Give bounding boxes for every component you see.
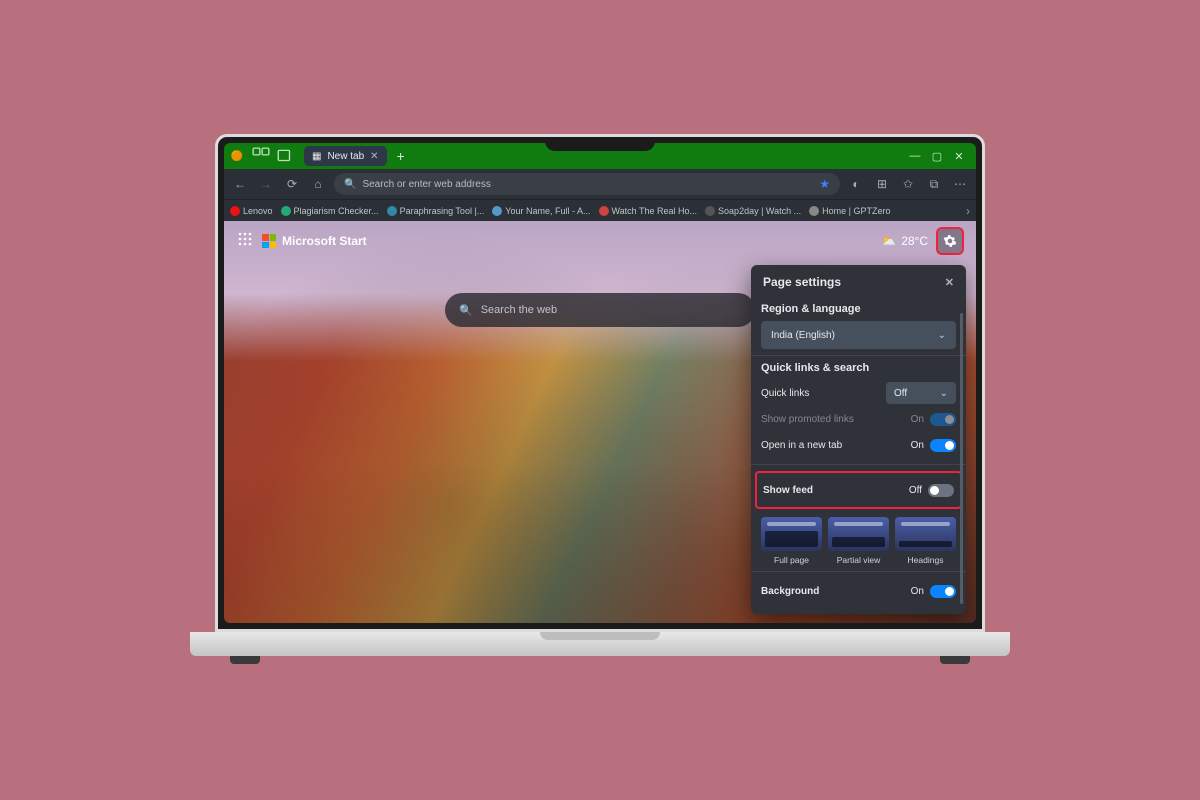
close-window-button[interactable]: ✕ (952, 150, 966, 163)
workspaces-icon[interactable] (252, 147, 270, 165)
page-settings-panel: Page settings ✕ Region & language India … (751, 265, 966, 614)
layout-full-page[interactable]: Full page (761, 517, 822, 565)
show-feed-label: Show feed (763, 485, 813, 496)
search-icon: 🔍 (344, 179, 356, 190)
show-feed-row: Show feed Off (763, 477, 954, 503)
home-button[interactable]: ⌂ (308, 174, 328, 194)
chevron-down-icon: ⌄ (938, 330, 946, 341)
layout-thumb-icon (761, 517, 822, 551)
chevron-down-icon: ⌄ (940, 388, 948, 399)
favicon-icon (281, 206, 291, 216)
bookmark-item[interactable]: Lenovo (230, 206, 273, 216)
laptop-hinge (190, 632, 1010, 656)
bookmark-item[interactable]: Your Name, Full - A... (492, 206, 590, 216)
region-select[interactable]: India (English) ⌄ (761, 321, 956, 349)
gear-icon (943, 234, 957, 248)
new-tab-page: Microsoft Start ⛅ 28°C 🔍 Search the web (224, 221, 976, 623)
maximize-button[interactable]: ▢ (930, 150, 944, 163)
panel-title: Page settings (763, 275, 841, 289)
address-placeholder: Search or enter web address (362, 179, 490, 190)
favorite-star-icon[interactable]: ★ (819, 177, 830, 191)
tab-newtab[interactable]: ▦ New tab ✕ (304, 146, 387, 166)
weather-icon: ⛅ (881, 234, 896, 248)
minimize-button[interactable]: — (908, 150, 922, 163)
back-button[interactable]: ← (230, 174, 250, 194)
toolbar-actions: ◐ ⊞ ✩ ⧉ ⋯ (846, 174, 970, 194)
tab-close-icon[interactable]: ✕ (370, 151, 378, 162)
laptop-feet (190, 656, 1010, 666)
weather-temp: 28°C (901, 234, 928, 248)
favorites-icon[interactable]: ✩ (898, 174, 918, 194)
promoted-links-toggle (930, 413, 956, 426)
layout-thumb-icon (828, 517, 889, 551)
new-tab-button[interactable]: + (391, 146, 411, 166)
ntp-topbar: Microsoft Start ⛅ 28°C (224, 221, 976, 261)
favicon-icon (230, 206, 240, 216)
panel-scrollbar[interactable] (960, 313, 963, 604)
screen-bezel: 🟠 ▦ New tab ✕ + — (215, 134, 985, 632)
brand-label: Microsoft Start (282, 234, 367, 248)
bookmark-item[interactable]: Home | GPTZero (809, 206, 890, 216)
tab-favicon-icon: ▦ (312, 151, 321, 162)
open-new-tab-row: Open in a new tab On (761, 432, 956, 458)
bookmark-item[interactable]: Soap2day | Watch ... (705, 206, 801, 216)
quick-links-select[interactable]: Off ⌄ (886, 382, 956, 404)
promoted-links-row: Show promoted links On (761, 406, 956, 432)
region-section-label: Region & language (761, 303, 956, 315)
layout-options: Full page Partial view Headings (761, 517, 956, 565)
ntp-search-box[interactable]: 🔍 Search the web (445, 293, 755, 327)
tracking-icon[interactable]: ◐ (846, 174, 866, 194)
promoted-links-label: Show promoted links (761, 414, 854, 425)
layout-headings[interactable]: Headings (895, 517, 956, 565)
bookmarks-bar: Lenovo Plagiarism Checker... Paraphrasin… (224, 199, 976, 221)
laptop-notch (545, 137, 655, 151)
bookmark-item[interactable]: Watch The Real Ho... (599, 206, 698, 216)
show-feed-highlight: Show feed Off (755, 471, 962, 509)
tab-strip: ▦ New tab ✕ + (304, 146, 411, 166)
refresh-button[interactable]: ⟳ (282, 174, 302, 194)
extensions-icon[interactable]: ⊞ (872, 174, 892, 194)
microsoft-start-brand[interactable]: Microsoft Start (262, 234, 367, 248)
profile-icon[interactable]: 🟠 (228, 147, 246, 165)
bookmark-item[interactable]: Paraphrasing Tool |... (387, 206, 485, 216)
favicon-icon (809, 206, 819, 216)
app-launcher-icon[interactable] (238, 232, 252, 251)
tab-actions-icon[interactable] (276, 147, 294, 165)
screen: 🟠 ▦ New tab ✕ + — (224, 143, 976, 623)
browser-settings-icon[interactable]: ⋯ (950, 174, 970, 194)
layout-partial-view[interactable]: Partial view (828, 517, 889, 565)
region-value: India (English) (771, 330, 835, 341)
forward-button[interactable]: → (256, 174, 276, 194)
layout-thumb-icon (895, 517, 956, 551)
background-row: Background On (761, 578, 956, 604)
show-feed-toggle[interactable] (928, 484, 954, 497)
open-new-tab-label: Open in a new tab (761, 440, 842, 451)
microsoft-logo-icon (262, 234, 276, 248)
background-toggle[interactable] (930, 585, 956, 598)
favicon-icon (387, 206, 397, 216)
quicklinks-section-label: Quick links & search (761, 362, 956, 374)
quick-links-row: Quick links Off ⌄ (761, 380, 956, 406)
search-placeholder: Search the web (481, 304, 557, 316)
panel-close-icon[interactable]: ✕ (945, 276, 954, 289)
page-settings-button[interactable] (938, 229, 962, 253)
favicon-icon (705, 206, 715, 216)
bookmark-item[interactable]: Plagiarism Checker... (281, 206, 379, 216)
favicon-icon (599, 206, 609, 216)
quick-links-label: Quick links (761, 388, 809, 399)
toolbar: ← → ⟳ ⌂ 🔍 Search or enter web address ★ … (224, 169, 976, 199)
panel-header: Page settings ✕ (751, 265, 966, 297)
background-label: Background (761, 586, 819, 597)
tab-label: New tab (327, 151, 364, 162)
bookmarks-overflow-icon[interactable]: › (966, 204, 970, 218)
favicon-icon (492, 206, 502, 216)
collections-icon[interactable]: ⧉ (924, 174, 944, 194)
window-controls: — ▢ ✕ (908, 150, 972, 163)
search-icon: 🔍 (459, 304, 473, 317)
laptop-frame: 🟠 ▦ New tab ✕ + — (190, 134, 1010, 666)
open-new-tab-toggle[interactable] (930, 439, 956, 452)
weather-widget[interactable]: ⛅ 28°C (881, 234, 928, 248)
address-bar[interactable]: 🔍 Search or enter web address ★ (334, 173, 840, 195)
